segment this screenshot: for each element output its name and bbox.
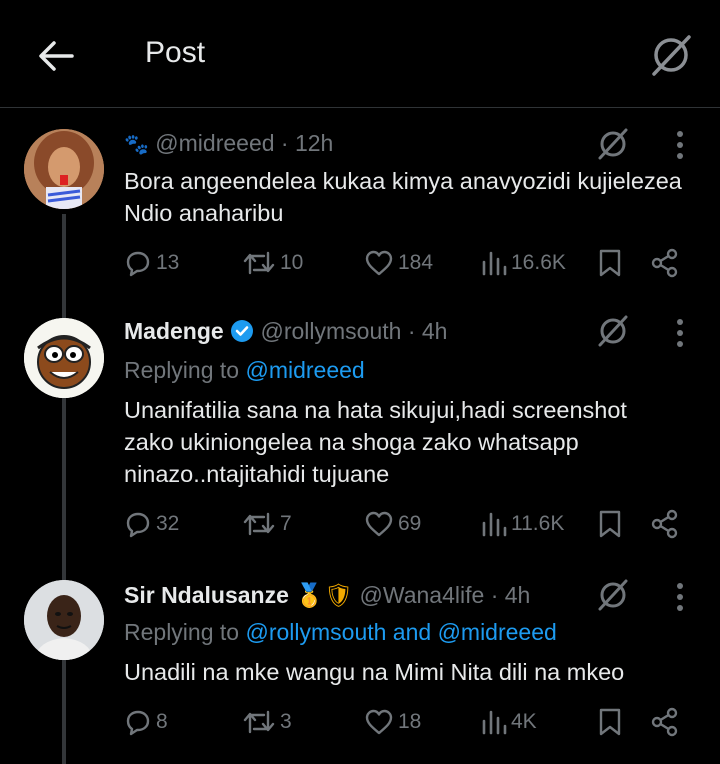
display-name[interactable]: Madenge <box>124 318 224 344</box>
post-meta: 🐾 @midreeed · 12h <box>124 130 333 157</box>
grok-icon[interactable] <box>596 578 630 612</box>
share-button[interactable] <box>650 243 680 283</box>
reply-icon <box>126 251 150 277</box>
avatar-image <box>24 318 104 398</box>
action-bar: 13 10 184 16.6K <box>124 243 704 283</box>
emoji: 🐾 <box>124 134 149 156</box>
timestamp: · 12h <box>280 130 334 156</box>
reply-count: 13 <box>156 251 180 274</box>
text-line: Bora angeendelea kukaa kimya anavyozidi … <box>124 168 682 194</box>
reply-button[interactable]: 13 <box>124 243 179 283</box>
repost-count: 3 <box>280 710 292 733</box>
views-count: 16.6K <box>511 251 566 274</box>
text-line: Unanifatilia sana na hata sikujui,hadi s… <box>124 397 627 423</box>
more-icon[interactable] <box>674 130 686 160</box>
like-icon <box>365 709 393 735</box>
share-button[interactable] <box>650 702 680 742</box>
grok-icon[interactable] <box>648 32 694 78</box>
replying-to: Replying to @rollymsouth and @midreeed <box>124 619 557 646</box>
avatar[interactable] <box>24 318 104 398</box>
text-line: Ndio anaharibu <box>124 200 284 226</box>
text-line: Unadili na mke wangu na Mimi Nita dili n… <box>124 659 625 685</box>
post-text: Unadili na mke wangu na Mimi Nita dili n… <box>124 656 704 688</box>
more-icon[interactable] <box>674 582 686 612</box>
views-icon <box>482 512 507 537</box>
share-icon <box>651 248 678 278</box>
replying-prefix: Replying to <box>124 357 246 383</box>
post-meta: Madenge @rollymsouth · 4h <box>124 318 447 345</box>
repost-icon <box>243 710 275 734</box>
bookmark-button[interactable] <box>598 702 622 742</box>
bookmark-icon <box>599 708 621 736</box>
like-count: 69 <box>398 512 422 535</box>
views-icon <box>482 251 507 276</box>
post-meta: Sir Ndalusanze 🥇🛡 @Wana4life · 4h <box>124 582 530 609</box>
repost-button[interactable]: 10 <box>242 243 303 283</box>
repost-count: 10 <box>280 251 304 274</box>
share-icon <box>651 509 678 539</box>
mention-link[interactable]: @midreeed <box>245 357 364 383</box>
action-bar: 8 3 18 4K <box>124 702 704 742</box>
avatar[interactable] <box>24 580 104 660</box>
reply-button[interactable]: 8 <box>124 702 168 742</box>
replying-to: Replying to @midreeed <box>124 357 365 384</box>
reply-icon <box>126 512 150 538</box>
share-button[interactable] <box>650 504 680 544</box>
text-line: ninazo..ntajitahidi tujuane <box>124 461 390 487</box>
bookmark-icon <box>599 249 621 277</box>
repost-icon <box>243 251 275 275</box>
reply-count: 32 <box>156 512 180 535</box>
repost-icon <box>243 512 275 536</box>
replying-prefix: Replying to <box>124 619 246 645</box>
views-icon <box>482 710 507 735</box>
page-title: Post <box>145 36 206 69</box>
verified-badge-icon <box>231 320 254 342</box>
badge-emojis: 🥇🛡 <box>295 582 354 608</box>
repost-button[interactable]: 7 <box>242 504 292 544</box>
views-button[interactable]: 4K <box>479 702 537 742</box>
reply-count: 8 <box>156 710 168 733</box>
like-button[interactable]: 69 <box>364 504 421 544</box>
reply-button[interactable]: 32 <box>124 504 179 544</box>
repost-button[interactable]: 3 <box>242 702 292 742</box>
views-button[interactable]: 11.6K <box>479 504 564 544</box>
share-icon <box>651 707 678 737</box>
mention-link[interactable]: @rollymsouth and @midreeed <box>245 619 556 645</box>
like-count: 184 <box>398 251 434 274</box>
views-button[interactable]: 16.6K <box>479 243 566 283</box>
bookmark-button[interactable] <box>598 504 622 544</box>
reply-icon <box>126 710 150 736</box>
repost-count: 7 <box>280 512 292 535</box>
grok-icon[interactable] <box>596 314 630 348</box>
bookmark-icon <box>599 510 621 538</box>
text-line: zako ukiniongelea na shoga zako whatsapp <box>124 429 579 455</box>
post-text: Bora angeendelea kukaa kimya anavyozidi … <box>124 165 704 229</box>
action-bar: 32 7 69 11.6K <box>124 504 704 544</box>
like-icon <box>365 250 393 276</box>
top-bar: Post <box>0 0 720 108</box>
display-name[interactable]: Sir Ndalusanze <box>124 582 289 608</box>
views-count: 11.6K <box>511 512 565 535</box>
like-icon <box>365 511 393 537</box>
avatar[interactable] <box>24 129 104 209</box>
timestamp: · 4h <box>490 582 531 608</box>
back-arrow-icon[interactable] <box>36 36 76 76</box>
more-icon[interactable] <box>674 318 686 348</box>
avatar-image <box>24 580 104 660</box>
handle[interactable]: @rollymsouth <box>260 318 401 344</box>
like-button[interactable]: 18 <box>364 702 421 742</box>
like-count: 18 <box>398 710 422 733</box>
views-count: 4K <box>511 710 537 733</box>
post-text: Unanifatilia sana na hata sikujui,hadi s… <box>124 394 704 490</box>
thread-line <box>62 214 66 764</box>
handle[interactable]: @Wana4life <box>360 582 485 608</box>
timestamp: · 4h <box>407 318 448 344</box>
handle[interactable]: @midreeed <box>155 130 274 156</box>
like-button[interactable]: 184 <box>364 243 433 283</box>
bookmark-button[interactable] <box>598 243 622 283</box>
avatar-image <box>24 129 104 209</box>
grok-icon[interactable] <box>596 127 630 161</box>
